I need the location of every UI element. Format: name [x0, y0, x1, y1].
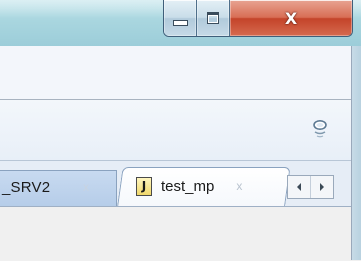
window-right-border — [351, 46, 361, 260]
maximize-button[interactable] — [197, 0, 230, 36]
tab-test-mp-close-icon[interactable]: x — [236, 179, 242, 193]
toolbar-area — [0, 100, 361, 161]
menu-area — [0, 46, 361, 100]
tab-srv2[interactable]: _SRV2 x — [0, 170, 117, 206]
editor-content-area[interactable] — [0, 206, 361, 261]
tab-srv2-label: _SRV2 — [2, 179, 51, 196]
search-icon[interactable] — [311, 118, 329, 140]
close-button[interactable]: X — [230, 0, 352, 36]
maximize-icon — [207, 12, 219, 24]
scroll-left-icon — [297, 183, 301, 191]
tab-test-mp-label: test_mp — [161, 177, 215, 195]
minimize-icon — [172, 20, 188, 26]
tab-test-mp-content: J test_mp x — [136, 172, 242, 200]
minimize-button[interactable] — [164, 0, 197, 36]
window-controls: X — [163, 0, 353, 37]
scroll-right-button[interactable] — [311, 176, 333, 198]
scroll-left-button[interactable] — [288, 176, 311, 198]
close-icon: X — [284, 8, 298, 28]
tab-srv2-close-icon[interactable]: x — [83, 180, 89, 194]
scroll-right-icon — [320, 183, 324, 191]
tab-scroll-buttons — [287, 175, 334, 199]
java-file-icon: J — [136, 176, 152, 196]
title-bar[interactable]: X — [0, 0, 361, 46]
